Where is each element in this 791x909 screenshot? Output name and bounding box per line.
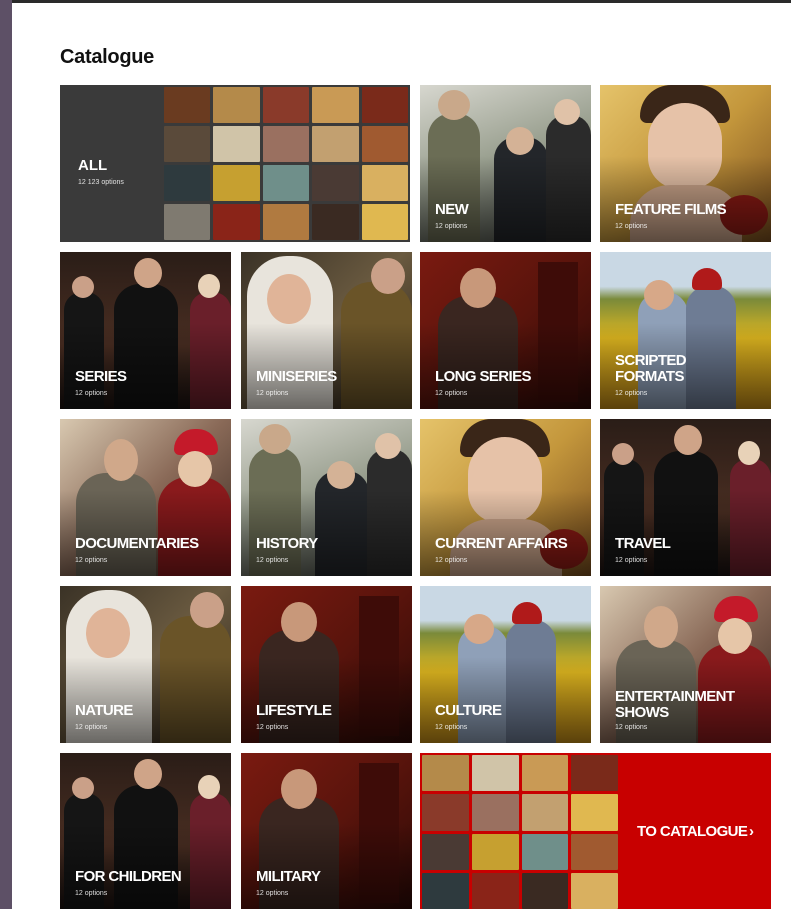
category-tile-entertainment-shows[interactable]: ENTERTAINMENT SHOWS 12 options [600, 586, 771, 743]
category-tile-long-series[interactable]: LONG SERIES 12 options [420, 252, 591, 409]
catalogue-page: Catalogue ALL 12 123 options NEW 12 opti… [12, 0, 791, 909]
tile-label: FOR CHILDREN [75, 868, 182, 885]
category-tile-scripted-formats[interactable]: SCRIPTED FORMATS 12 options [600, 252, 771, 409]
category-tile-culture[interactable]: CULTURE 12 options [420, 586, 591, 743]
tile-count: 12 options [615, 390, 648, 397]
tile-count: 12 options [435, 557, 468, 564]
category-tile-history[interactable]: HISTORY 12 options [241, 419, 412, 576]
tile-label: DOCUMENTARIES [75, 535, 199, 552]
tile-label: SERIES [75, 368, 127, 385]
category-tile-military[interactable]: MILITARY 12 options [241, 753, 412, 909]
tile-count: 12 options [256, 890, 289, 897]
tile-label: CULTURE [435, 702, 502, 719]
tile-count: 12 123 options [78, 179, 124, 186]
tile-label: LIFESTYLE [256, 702, 332, 719]
tile-label: CURRENT AFFAIRS [435, 535, 568, 552]
tile-count: 12 options [435, 390, 468, 397]
tile-label: SCRIPTED FORMATS [615, 352, 687, 385]
page-title: Catalogue [60, 46, 154, 68]
category-tile-documentaries[interactable]: DOCUMENTARIES 12 options [60, 419, 231, 576]
category-tile-nature[interactable]: NATURE 12 options [60, 586, 231, 743]
poster-mosaic [422, 755, 618, 909]
tile-count: 12 options [435, 223, 468, 230]
tile-count: 12 options [615, 557, 648, 564]
tile-label: MILITARY [256, 868, 321, 885]
chevron-right-icon: › [749, 823, 754, 840]
category-tile-travel[interactable]: TRAVEL 12 options [600, 419, 771, 576]
tile-count: 12 options [256, 557, 289, 564]
poster-mosaic [164, 87, 408, 240]
tile-count: 12 options [615, 223, 648, 230]
tile-count: 12 options [615, 724, 648, 731]
tile-count: 12 options [435, 724, 468, 731]
tile-label: ENTERTAINMENT SHOWS [615, 688, 735, 721]
tile-label: MINISERIES [256, 368, 337, 385]
tile-count: 12 options [75, 390, 108, 397]
category-tile-miniseries[interactable]: MINISERIES 12 options [241, 252, 412, 409]
tile-count: 12 options [75, 890, 108, 897]
to-catalogue-tile[interactable]: TO CATALOGUE › [420, 753, 771, 909]
category-tile-series[interactable]: SERIES 12 options [60, 252, 231, 409]
category-tile-current-affairs[interactable]: CURRENT AFFAIRS 12 options [420, 419, 591, 576]
tile-label: LONG SERIES [435, 368, 532, 385]
to-catalogue-button[interactable]: TO CATALOGUE › [621, 753, 771, 909]
tile-count: 12 options [256, 390, 289, 397]
tile-label: TRAVEL [615, 535, 671, 552]
tile-label: HISTORY [256, 535, 318, 552]
tile-label: NATURE [75, 702, 133, 719]
tile-count: 12 options [256, 724, 289, 731]
tile-count: 12 options [75, 557, 108, 564]
category-tile-lifestyle[interactable]: LIFESTYLE 12 options [241, 586, 412, 743]
tile-count: 12 options [75, 724, 108, 731]
tile-label: ALL [78, 157, 108, 174]
tile-label: NEW [435, 201, 469, 218]
tile-label: FEATURE FILMS [615, 201, 727, 218]
category-tile-feature-films[interactable]: FEATURE FILMS 12 options [600, 85, 771, 242]
category-tile-all[interactable]: ALL 12 123 options [60, 85, 410, 242]
top-border [12, 0, 791, 3]
category-tile-for-children[interactable]: FOR CHILDREN 12 options [60, 753, 231, 909]
to-catalogue-label: TO CATALOGUE [637, 823, 748, 840]
category-tile-new[interactable]: NEW 12 options [420, 85, 591, 242]
